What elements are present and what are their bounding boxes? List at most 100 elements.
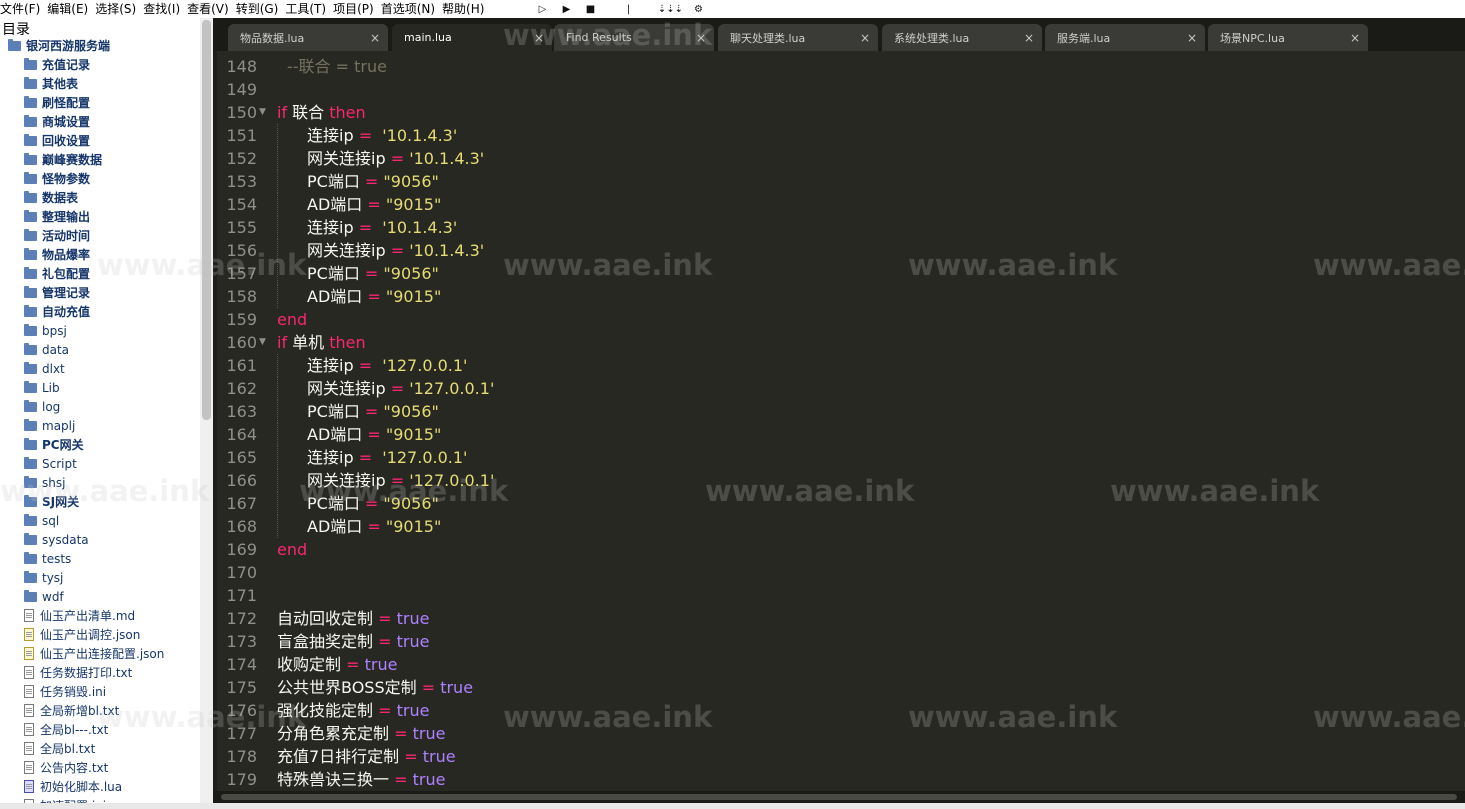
code-line[interactable]: 152 网关连接ip = '10.1.4.3' bbox=[213, 147, 1465, 170]
code-line[interactable]: 149 bbox=[213, 78, 1465, 101]
close-icon[interactable]: × bbox=[696, 31, 706, 45]
settings-icon[interactable]: ⚙ bbox=[691, 2, 705, 16]
code-line[interactable]: 173 盲盒抽奖定制 = true bbox=[213, 630, 1465, 653]
fold-arrow-icon[interactable]: ▼ bbox=[259, 331, 266, 354]
code-line[interactable]: 175 公共世界BOSS定制 = true bbox=[213, 676, 1465, 699]
menu-item-9[interactable]: 帮助(H) bbox=[442, 0, 491, 18]
code-line[interactable]: 158 AD端口 = "9015" bbox=[213, 285, 1465, 308]
stop-icon[interactable]: ■ bbox=[583, 2, 597, 16]
folder-item[interactable]: wdf bbox=[24, 587, 64, 606]
close-icon[interactable]: × bbox=[370, 31, 380, 45]
folder-item[interactable]: sysdata bbox=[24, 530, 89, 549]
sidebar-scroll-thumb[interactable] bbox=[202, 20, 211, 420]
file-item[interactable]: 任务销毁.ini bbox=[24, 682, 106, 701]
code-line[interactable]: 154 AD端口 = "9015" bbox=[213, 193, 1465, 216]
window-bottom-scrollbar[interactable] bbox=[0, 803, 1465, 809]
file-item[interactable]: 公告内容.txt bbox=[24, 758, 108, 777]
code-line[interactable]: 172 自动回收定制 = true bbox=[213, 607, 1465, 630]
folder-item[interactable]: SJ网关 bbox=[24, 492, 79, 511]
tab-1[interactable]: main.lua × bbox=[392, 24, 552, 51]
code-line[interactable]: 169 end bbox=[213, 538, 1465, 561]
code-line[interactable]: 176 强化技能定制 = true bbox=[213, 699, 1465, 722]
close-icon[interactable]: × bbox=[860, 31, 870, 45]
code-line[interactable]: 170 bbox=[213, 561, 1465, 584]
close-icon[interactable]: × bbox=[1350, 31, 1360, 45]
code-line[interactable]: 161 连接ip = '127.0.0.1' bbox=[213, 354, 1465, 377]
tab-4[interactable]: 系统处理类.lua × bbox=[882, 24, 1042, 51]
code-line[interactable]: 167 PC端口 = "9056" bbox=[213, 492, 1465, 515]
editor-horizontal-scrollbar[interactable] bbox=[213, 791, 1465, 803]
folder-item[interactable]: 回收设置 bbox=[24, 131, 90, 150]
folder-item[interactable]: Lib bbox=[24, 378, 60, 397]
folder-item[interactable]: tysj bbox=[24, 568, 63, 587]
play-icon[interactable]: ▷ bbox=[535, 2, 549, 16]
file-item[interactable]: 全局bl---.txt bbox=[24, 720, 108, 739]
code-line[interactable]: 150 ▼ if 联合 then bbox=[213, 101, 1465, 124]
folder-item[interactable]: 数据表 bbox=[24, 188, 78, 207]
folder-item[interactable]: data bbox=[24, 340, 69, 359]
code-line[interactable]: 162 网关连接ip = '127.0.0.1' bbox=[213, 377, 1465, 400]
menu-item-6[interactable]: 工具(T) bbox=[285, 0, 333, 18]
close-icon[interactable]: × bbox=[1024, 31, 1034, 45]
folder-item[interactable]: 礼包配置 bbox=[24, 264, 90, 283]
fold-arrow-icon[interactable]: ▼ bbox=[259, 101, 266, 124]
code-line[interactable]: 177 分角色累充定制 = true bbox=[213, 722, 1465, 745]
folder-item[interactable]: 商城设置 bbox=[24, 112, 90, 131]
code-line[interactable]: 155 连接ip = '10.1.4.3' bbox=[213, 216, 1465, 239]
close-icon[interactable]: × bbox=[1187, 31, 1197, 45]
close-icon[interactable]: × bbox=[534, 31, 544, 45]
tree-root-folder[interactable]: 银河西游服务端 bbox=[8, 36, 110, 55]
code-line[interactable]: 171 bbox=[213, 584, 1465, 607]
tab-0[interactable]: 物品数据.lua × bbox=[228, 24, 388, 51]
code-line[interactable]: 148 --联合 = true bbox=[213, 55, 1465, 78]
folder-item[interactable]: dlxt bbox=[24, 359, 65, 378]
folder-item[interactable]: 物品爆率 bbox=[24, 245, 90, 264]
file-item[interactable]: 仙玉产出清单.md bbox=[24, 606, 135, 625]
menu-item-5[interactable]: 转到(G) bbox=[236, 0, 286, 18]
menu-item-3[interactable]: 查找(I) bbox=[143, 0, 187, 18]
menu-item-2[interactable]: 选择(S) bbox=[95, 0, 143, 18]
folder-item[interactable]: Script bbox=[24, 454, 77, 473]
code-line[interactable]: 159 end bbox=[213, 308, 1465, 331]
menu-item-4[interactable]: 查看(V) bbox=[187, 0, 236, 18]
sidebar-scrollbar[interactable] bbox=[200, 18, 213, 803]
code-line[interactable]: 165 连接ip = '127.0.0.1' bbox=[213, 446, 1465, 469]
code-line[interactable]: 163 PC端口 = "9056" bbox=[213, 400, 1465, 423]
tab-5[interactable]: 服务端.lua × bbox=[1045, 24, 1205, 51]
file-item[interactable]: 初始化脚本.lua bbox=[24, 777, 122, 796]
code-line[interactable]: 156 网关连接ip = '10.1.4.3' bbox=[213, 239, 1465, 262]
folder-item[interactable]: 怪物参数 bbox=[24, 169, 90, 188]
folder-item[interactable]: 自动充值 bbox=[24, 302, 90, 321]
tab-6[interactable]: 场景NPC.lua × bbox=[1208, 24, 1368, 51]
sort-icon[interactable]: ⇣⇣⇣ bbox=[658, 2, 683, 16]
folder-item[interactable]: 其他表 bbox=[24, 74, 78, 93]
code-line[interactable]: 179 特殊兽诀三换一 = true bbox=[213, 768, 1465, 791]
code-line[interactable]: 157 PC端口 = "9056" bbox=[213, 262, 1465, 285]
folder-item[interactable]: sql bbox=[24, 511, 59, 530]
folder-item[interactable]: 管理记录 bbox=[24, 283, 90, 302]
file-item[interactable]: 加速配置.ini bbox=[24, 796, 106, 803]
code-line[interactable]: 160 ▼ if 单机 then bbox=[213, 331, 1465, 354]
file-item[interactable]: 仙玉产出连接配置.json bbox=[24, 644, 164, 663]
menu-item-7[interactable]: 项目(P) bbox=[333, 0, 381, 18]
editor-scroll-thumb[interactable] bbox=[221, 794, 1457, 800]
menu-item-8[interactable]: 首选项(N) bbox=[381, 0, 442, 18]
code-line[interactable]: 164 AD端口 = "9015" bbox=[213, 423, 1465, 446]
menu-item-0[interactable]: 文件(F) bbox=[0, 0, 47, 18]
file-item[interactable]: 全局新增bl.txt bbox=[24, 701, 119, 720]
folder-item[interactable]: 巅峰赛数据 bbox=[24, 150, 102, 169]
code-line[interactable]: 151 连接ip = '10.1.4.3' bbox=[213, 124, 1465, 147]
run-icon[interactable]: ▶ bbox=[559, 2, 573, 16]
menu-item-1[interactable]: 编辑(E) bbox=[47, 0, 95, 18]
folder-item[interactable]: tests bbox=[24, 549, 71, 568]
folder-item[interactable]: 充值记录 bbox=[24, 55, 90, 74]
tab-3[interactable]: 聊天处理类.lua × bbox=[718, 24, 878, 51]
code-line[interactable]: 166 网关连接ip = '127.0.0.1' bbox=[213, 469, 1465, 492]
code-line[interactable]: 153 PC端口 = "9056" bbox=[213, 170, 1465, 193]
folder-item[interactable]: maplj bbox=[24, 416, 75, 435]
file-item[interactable]: 任务数据打印.txt bbox=[24, 663, 132, 682]
code-line[interactable]: 174 收购定制 = true bbox=[213, 653, 1465, 676]
folder-item[interactable]: 整理输出 bbox=[24, 207, 90, 226]
file-item[interactable]: 仙玉产出调控.json bbox=[24, 625, 140, 644]
folder-item[interactable]: PC网关 bbox=[24, 435, 84, 454]
